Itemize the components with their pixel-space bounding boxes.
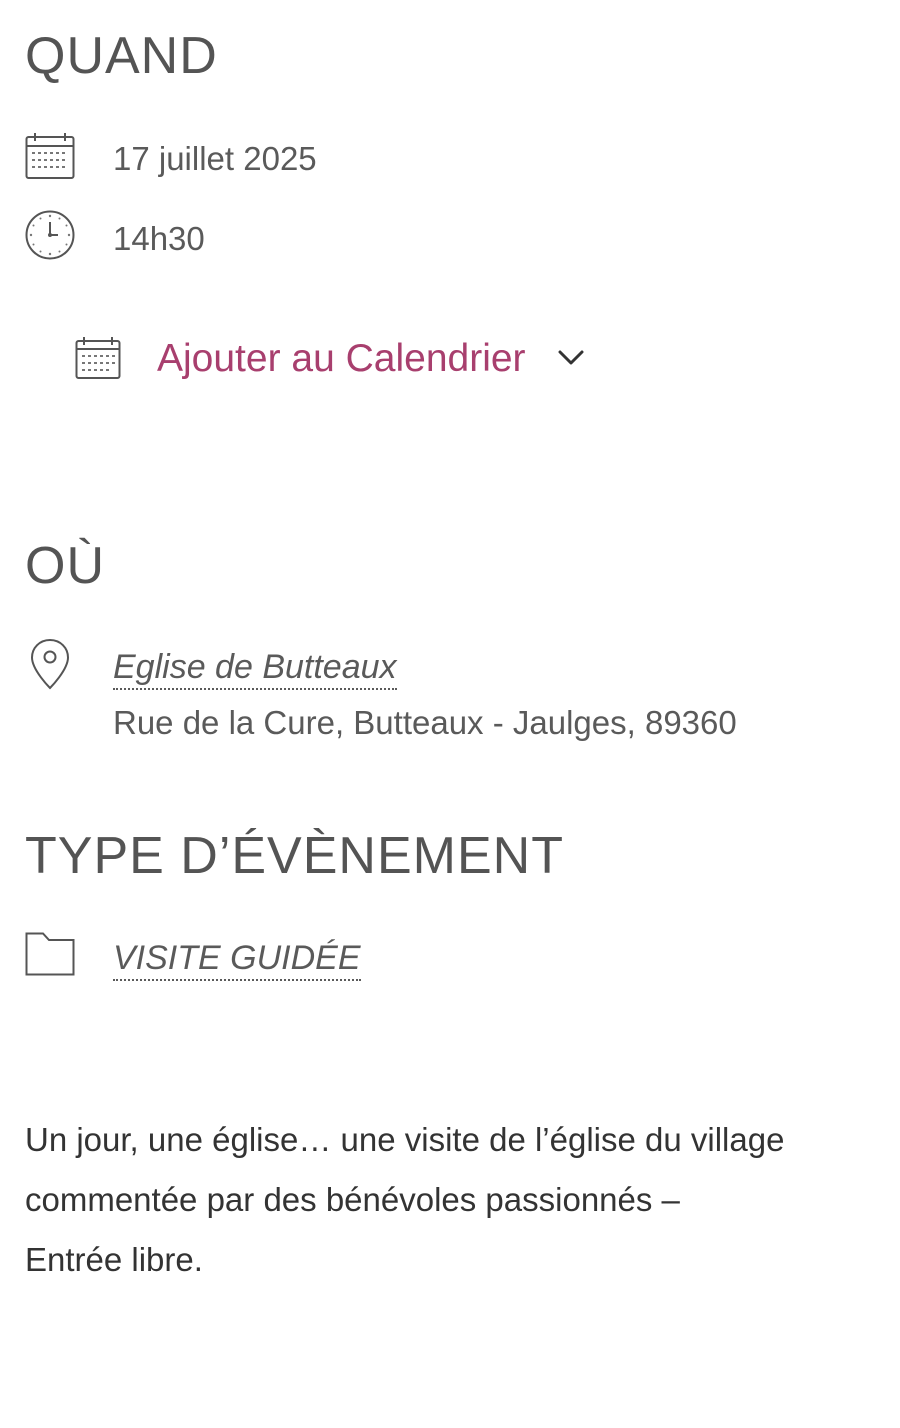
calendar-icon [25, 132, 75, 180]
description-paragraph: Un jour, une église… une visite de l’égl… [25, 1121, 785, 1218]
event-description: Un jour, une église… une visite de l’égl… [25, 1110, 865, 1290]
event-category-link[interactable]: VISITE GUIDÉE [113, 939, 361, 982]
folder-icon [25, 932, 75, 976]
description-paragraph: Entrée libre. [25, 1241, 203, 1278]
venue-address: Rue de la Cure, Butteaux - Jaulges, 8936… [113, 704, 737, 741]
add-to-calendar-label: Ajouter au Calendrier [157, 336, 526, 380]
event-type-heading: TYPE D’ÉVÈNEMENT [25, 827, 564, 885]
calendar-icon [75, 336, 121, 380]
event-date: 17 juillet 2025 [113, 140, 317, 177]
clock-icon [25, 210, 75, 260]
where-heading: OÙ [25, 537, 105, 595]
venue-link[interactable]: Eglise de Butteaux [113, 648, 397, 691]
map-pin-icon [30, 638, 70, 690]
when-heading: QUAND [25, 27, 218, 85]
add-to-calendar-button[interactable]: Ajouter au Calendrier [75, 336, 584, 380]
event-time: 14h30 [113, 220, 205, 257]
chevron-down-icon [558, 350, 584, 366]
